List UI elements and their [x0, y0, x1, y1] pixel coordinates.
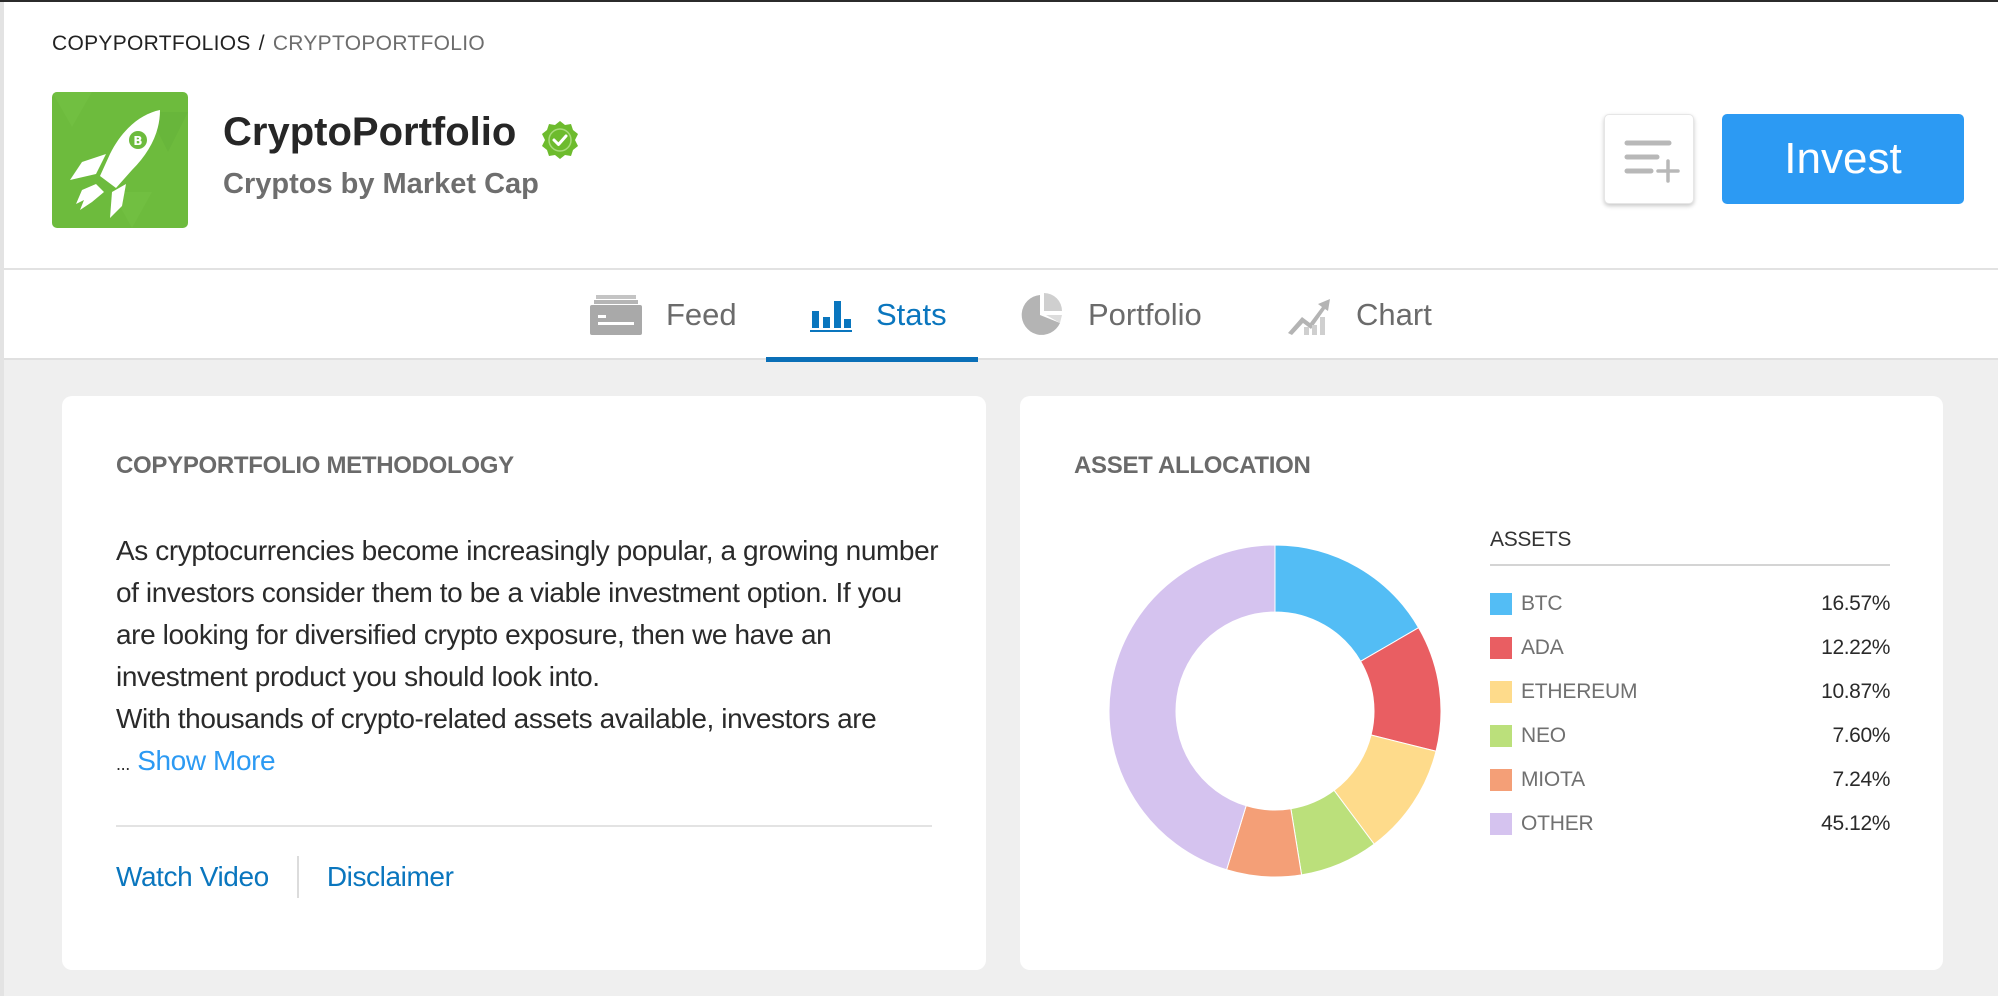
legend-swatch [1490, 813, 1512, 835]
legend-asset-name: ETHEREUM [1521, 680, 1638, 703]
legend-item-other: OTHER 45.12% [1490, 802, 1890, 846]
tab-feed[interactable]: Feed [590, 270, 737, 360]
add-to-watchlist-button[interactable] [1604, 114, 1694, 204]
disclaimer-link[interactable]: Disclaimer [327, 861, 454, 893]
asset-allocation-title: ASSET ALLOCATION [1074, 452, 1311, 479]
feed-icon [590, 295, 642, 335]
legend-asset-name: OTHER [1521, 812, 1594, 835]
tab-chart-label: Chart [1356, 297, 1432, 332]
asset-allocation-donut-chart [1108, 544, 1442, 878]
rocket-bitcoin-icon: B [52, 92, 188, 228]
legend-asset-name: BTC [1521, 592, 1563, 615]
methodology-links: Watch Video Disclaimer [116, 856, 454, 898]
invest-button[interactable]: Invest [1722, 114, 1964, 204]
tab-bar: Feed Stats Portfolio Chart [4, 270, 1998, 362]
chart-trend-icon [1288, 299, 1330, 335]
breadcrumb-separator: / [258, 32, 265, 55]
legend-asset-percent: 12.22% [1821, 636, 1890, 659]
tab-portfolio[interactable]: Portfolio [1020, 270, 1202, 360]
stats-icon [810, 301, 852, 332]
legend-asset-name: NEO [1521, 724, 1566, 747]
page-title: CryptoPortfolio [223, 110, 517, 154]
legend-swatch [1490, 725, 1512, 747]
legend-swatch [1490, 637, 1512, 659]
page-header: COPYPORTFOLIOS / CRYPTOPORTFOLIO B CryptoP… [4, 2, 1998, 268]
link-separator [296, 856, 299, 898]
tab-feed-label: Feed [666, 297, 737, 332]
legend-item-ethereum: ETHEREUM 10.87% [1490, 670, 1890, 714]
legend-swatch [1490, 769, 1512, 791]
asset-allocation-card: ASSET ALLOCATION ASSETS BTC 16.57% ADA 12.2… [1020, 396, 1943, 970]
methodology-divider [116, 825, 932, 827]
watch-video-link[interactable]: Watch Video [116, 861, 269, 893]
tab-stats[interactable]: Stats [766, 270, 978, 362]
breadcrumb: COPYPORTFOLIOS / CRYPTOPORTFOLIO [52, 32, 485, 56]
legend-item-btc: BTC 16.57% [1490, 582, 1890, 626]
legend-asset-percent: 7.60% [1832, 724, 1890, 747]
legend-asset-percent: 16.57% [1821, 592, 1890, 615]
legend-item-miota: MIOTA 7.24% [1490, 758, 1890, 802]
methodology-title: COPYPORTFOLIO METHODOLOGY [116, 452, 514, 479]
portfolio-logo: B [52, 92, 188, 228]
legend-asset-name: ADA [1521, 636, 1564, 659]
legend-asset-percent: 45.12% [1821, 812, 1890, 835]
methodology-card: COPYPORTFOLIO METHODOLOGY As cryptocurre… [62, 396, 986, 970]
legend-asset-percent: 7.24% [1832, 768, 1890, 791]
asset-legend: ASSETS BTC 16.57% ADA 12.22% ETHEREUM 10.87% N… [1490, 528, 1890, 846]
breadcrumb-root-link[interactable]: COPYPORTFOLIOS [52, 32, 251, 55]
verified-badge-icon [542, 121, 578, 159]
breadcrumb-current: CRYPTOPORTFOLIO [272, 32, 486, 55]
legend-asset-name: MIOTA [1521, 768, 1585, 791]
svg-text:B: B [133, 134, 142, 148]
legend-item-neo: NEO 7.60% [1490, 714, 1890, 758]
active-tab-indicator [766, 357, 978, 362]
methodology-paragraph-2: With thousands of crypto-related assets … [116, 703, 877, 734]
legend-header: ASSETS [1490, 528, 1890, 566]
legend-swatch [1490, 593, 1512, 615]
methodology-description: As cryptocurrencies become increasingly … [116, 530, 946, 785]
legend-swatch [1490, 681, 1512, 703]
add-to-watchlist-icon [1624, 140, 1680, 183]
portfolio-pie-icon [1021, 293, 1062, 335]
legend-item-ada: ADA 12.22% [1490, 626, 1890, 670]
show-more-link[interactable]: Show More [137, 745, 275, 776]
methodology-paragraph-1: As cryptocurrencies become increasingly … [116, 535, 939, 692]
tab-portfolio-label: Portfolio [1088, 297, 1202, 332]
legend-asset-percent: 10.87% [1821, 680, 1890, 703]
tab-chart[interactable]: Chart [1286, 270, 1432, 360]
page-subtitle: Cryptos by Market Cap [223, 168, 539, 200]
truncation-ellipsis: ... [116, 754, 130, 774]
tab-stats-label: Stats [876, 297, 947, 332]
